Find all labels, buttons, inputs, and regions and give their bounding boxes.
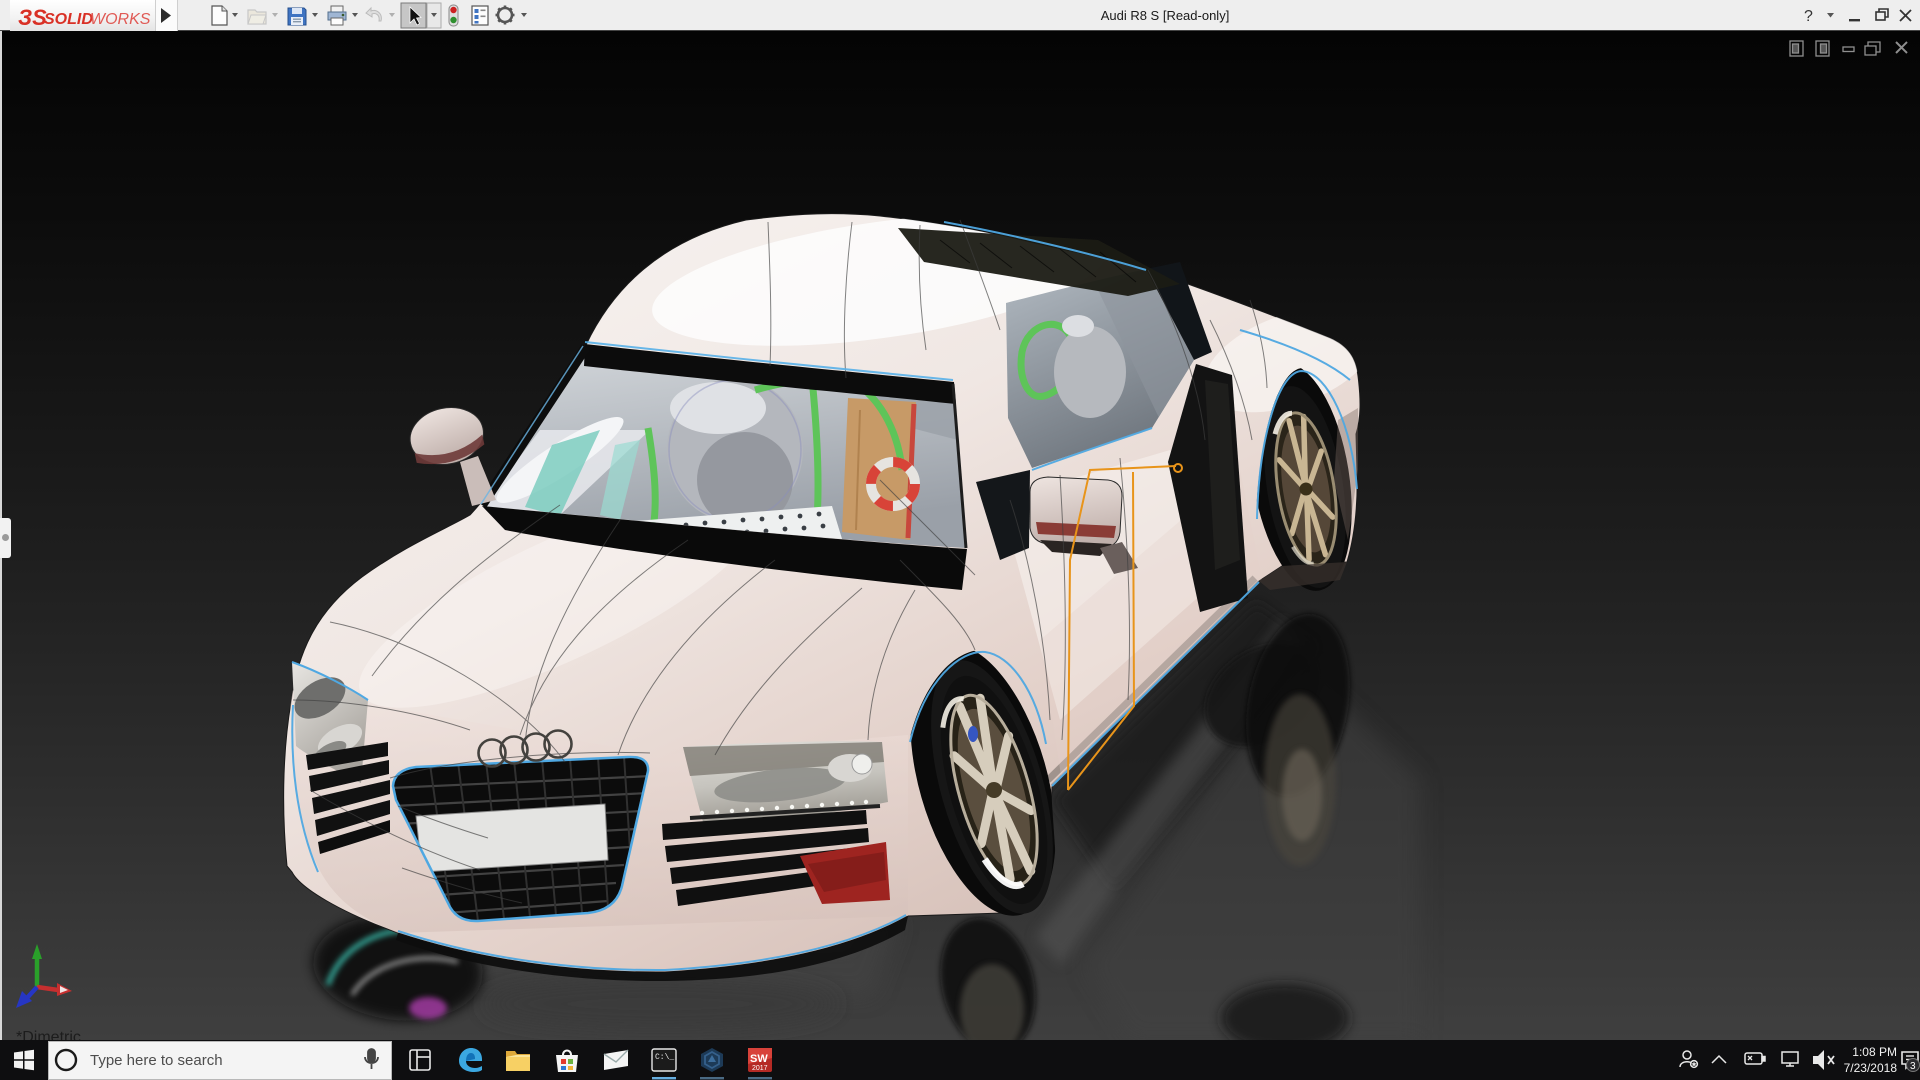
svg-text:2017: 2017 [752,1065,768,1072]
svg-text:C:\_: C:\_ [655,1053,674,1062]
svg-text:SW: SW [750,1053,768,1065]
svg-text:3: 3 [1910,1061,1916,1072]
